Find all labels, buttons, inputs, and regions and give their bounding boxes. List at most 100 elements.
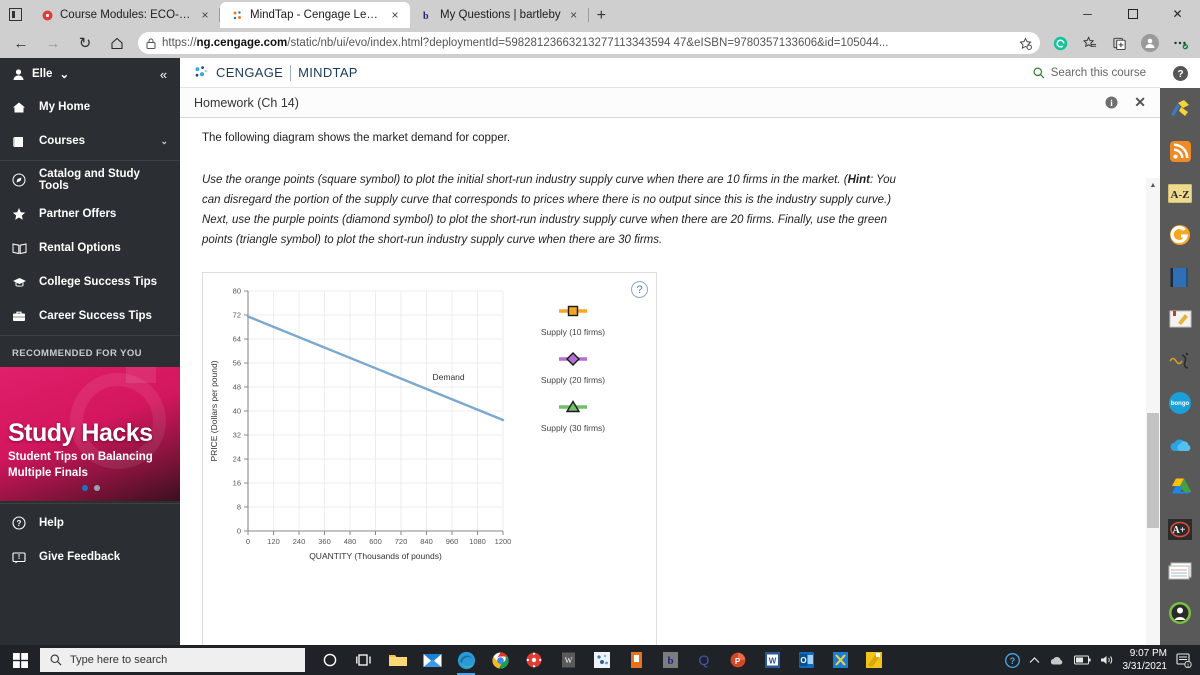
powerpoint-icon[interactable]: P xyxy=(721,645,755,675)
close-activity-icon[interactable]: ✕ xyxy=(1134,94,1146,111)
sidebar-item-label: College Success Tips xyxy=(39,276,158,288)
sidebar-item-rental-options[interactable]: Rental Options xyxy=(0,231,180,265)
dictionary-az-icon[interactable]: A-Z xyxy=(1160,172,1200,214)
info-icon[interactable]: i xyxy=(1105,96,1118,109)
browser-tab-1[interactable]: MindTap - Cengage Learning × xyxy=(220,2,410,28)
taskbar-search-box[interactable]: Type here to search xyxy=(40,648,305,672)
word-doc-icon[interactable]: W xyxy=(551,645,585,675)
mail-icon[interactable] xyxy=(415,645,449,675)
cengage-swirl-icon[interactable] xyxy=(1160,214,1200,256)
question-circle-icon[interactable]: ? xyxy=(1004,652,1020,668)
carousel-dot[interactable] xyxy=(94,485,100,491)
chart-help-icon[interactable]: ? xyxy=(631,281,648,298)
tab-close-icon[interactable]: × xyxy=(198,8,212,22)
google-drive-icon[interactable] xyxy=(1160,466,1200,508)
quizlet-icon[interactable]: Q xyxy=(687,645,721,675)
outlook-icon[interactable]: O xyxy=(789,645,823,675)
cortana-icon[interactable] xyxy=(313,645,347,675)
tab-close-icon[interactable]: × xyxy=(388,8,402,22)
sticky-note-icon[interactable] xyxy=(619,645,653,675)
svg-text:!: ! xyxy=(18,554,20,561)
rss-feed-icon[interactable] xyxy=(1160,130,1200,172)
course-search[interactable]: Search this course xyxy=(1033,67,1146,79)
ebook-icon[interactable] xyxy=(1160,256,1200,298)
y-tick-label: 0 xyxy=(237,527,241,536)
highlighter-icon[interactable] xyxy=(1160,88,1200,130)
url-bar[interactable]: https://ng.cengage.com/static/nb/ui/evo/… xyxy=(138,32,1040,54)
paint-icon[interactable] xyxy=(857,645,891,675)
maximize-button[interactable] xyxy=(1110,0,1155,28)
content-scrollbar[interactable]: ▲ ▼ xyxy=(1146,178,1160,645)
sidebar-item-label: Career Success Tips xyxy=(39,310,152,322)
taskbar-search-placeholder: Type here to search xyxy=(70,654,168,666)
chevron-up-icon[interactable] xyxy=(1029,656,1040,665)
promo-banner[interactable]: Study Hacks Student Tips on Balancing Mu… xyxy=(0,367,180,501)
excel-icon[interactable] xyxy=(823,645,857,675)
sidebar-item-courses[interactable]: Courses ⌄ xyxy=(0,124,180,158)
notepad-icon[interactable] xyxy=(1160,298,1200,340)
notifications-icon[interactable]: 1 xyxy=(1176,652,1192,668)
home-button[interactable] xyxy=(102,30,132,56)
chrome-icon[interactable] xyxy=(483,645,517,675)
tab-actions-menu-icon[interactable] xyxy=(0,0,30,28)
browser-tab-2[interactable]: b My Questions | bartleby × xyxy=(410,2,589,28)
photos-icon[interactable] xyxy=(585,645,619,675)
sidebar-item-career-success-tips[interactable]: Career Success Tips xyxy=(0,299,180,333)
activity-actions: i ✕ xyxy=(1105,94,1146,111)
y-tick-label: 64 xyxy=(233,335,241,344)
search-placeholder-text: Search this course xyxy=(1050,66,1146,79)
battery-icon[interactable] xyxy=(1073,655,1091,665)
taskbar-clock[interactable]: 9:07 PM 3/31/2021 xyxy=(1123,647,1168,673)
collections-favorites-icon[interactable] xyxy=(1076,30,1104,56)
onedrive-icon[interactable] xyxy=(1160,424,1200,466)
lock-icon xyxy=(146,38,156,49)
file-explorer-icon[interactable] xyxy=(381,645,415,675)
promo-carousel-dots[interactable] xyxy=(82,485,100,491)
profile-avatar[interactable] xyxy=(1136,30,1164,56)
sidebar-item-my-home[interactable]: My Home xyxy=(0,90,180,124)
windows-start-icon[interactable] xyxy=(0,645,40,675)
edge-icon[interactable] xyxy=(449,645,483,675)
sidebar-item-partner-offers[interactable]: Partner Offers xyxy=(0,197,180,231)
scrollbar-thumb[interactable] xyxy=(1147,413,1159,528)
close-button[interactable]: ✕ xyxy=(1155,0,1200,28)
sidebar-item-give-feedback[interactable]: ! Give Feedback xyxy=(0,540,180,574)
carousel-dot-active[interactable] xyxy=(82,485,88,491)
grammarly-icon[interactable] xyxy=(1046,30,1074,56)
profile-icon[interactable] xyxy=(1160,592,1200,634)
activity-bar: Homework (Ch 14) i ✕ xyxy=(180,88,1160,118)
legend-marker-diamond[interactable] xyxy=(566,352,580,366)
y-tick-label: 40 xyxy=(233,407,241,416)
word-icon[interactable]: W xyxy=(755,645,789,675)
collections-icon[interactable] xyxy=(1106,30,1134,56)
sidebar-item-college-success-tips[interactable]: College Success Tips xyxy=(0,265,180,299)
flashcards-icon[interactable] xyxy=(1160,550,1200,592)
aplus-grade-icon[interactable]: A+ xyxy=(1160,508,1200,550)
bartleby-icon[interactable]: b xyxy=(653,645,687,675)
bongo-icon[interactable]: bongo xyxy=(1160,382,1200,424)
reload-button[interactable]: ↻ xyxy=(70,30,100,56)
scroll-up-arrow[interactable]: ▲ xyxy=(1146,178,1160,192)
sidebar-collapse-button[interactable]: « xyxy=(147,58,180,90)
toolbar-help-button[interactable]: ? xyxy=(1160,58,1200,88)
minimize-button[interactable]: ─ xyxy=(1065,0,1110,28)
browser-tab-0[interactable]: Course Modules: ECO-261-42 - S × xyxy=(30,2,220,28)
tab-close-icon[interactable]: × xyxy=(567,8,581,22)
read-aloud-icon[interactable] xyxy=(1160,340,1200,382)
legend-marker-square[interactable] xyxy=(567,305,579,317)
more-settings-icon[interactable] xyxy=(1166,30,1194,56)
task-view-icon[interactable] xyxy=(347,645,381,675)
sidebar-item-catalog-and-study-tools[interactable]: Catalog and Study Tools xyxy=(0,163,180,197)
favorite-icon[interactable] xyxy=(1019,36,1032,50)
chart-panel[interactable]: ? 0 8 16 24 32 40 48 56 64 72 80 0 120 240 360 480 600 72… xyxy=(202,272,657,645)
new-tab-button[interactable]: + xyxy=(589,7,614,28)
browser-address-bar: ← → ↻ https://ng.cengage.com/static/nb/u… xyxy=(0,28,1200,58)
volume-icon[interactable] xyxy=(1100,654,1114,666)
onedrive-tray-icon[interactable] xyxy=(1049,655,1065,666)
canvas-icon[interactable] xyxy=(517,645,551,675)
sidebar-item-help[interactable]: ? Help xyxy=(0,506,180,540)
supply-demand-chart[interactable]: 0 8 16 24 32 40 48 56 64 72 80 0 120 240 360 480 600 720 8… xyxy=(203,273,656,645)
y-axis-label: PRICE (Dollars per pound) xyxy=(209,360,219,461)
back-button[interactable]: ← xyxy=(6,30,36,56)
cengage-mindtap-logo: CENGAGE MINDTAP xyxy=(194,64,358,81)
